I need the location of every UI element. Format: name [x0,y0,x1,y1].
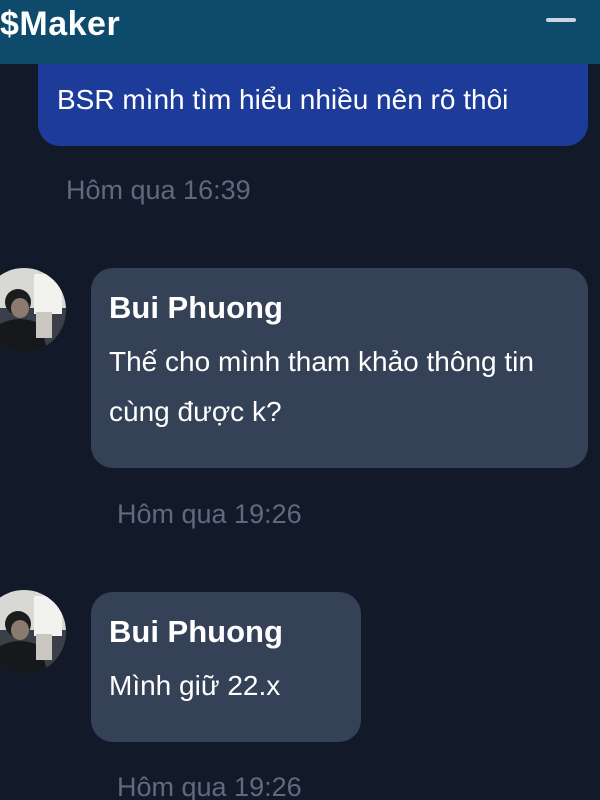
chat-title: $Maker [0,5,121,43]
message-text: Mình giữ 22.x [109,670,281,701]
chat-titlebar[interactable]: $Maker [0,0,600,64]
message-list[interactable]: BSR mình tìm hiểu nhiều nên rõ thôi Hôm … [0,64,600,800]
outgoing-message-bubble[interactable]: BSR mình tìm hiểu nhiều nên rõ thôi [38,64,588,146]
message-text: Thế cho mình tham khảo thông tin cùng đư… [109,346,534,427]
sender-name: Bui Phuong [109,290,283,325]
message-timestamp: Hôm qua 16:39 [66,175,251,205]
message-timestamp: Hôm qua 19:26 [117,772,302,800]
user-avatar[interactable] [0,268,66,352]
minimize-icon[interactable] [546,17,578,37]
message-text: BSR mình tìm hiểu nhiều nên rõ thôi [57,84,509,115]
sender-name: Bui Phuong [109,614,283,649]
incoming-message-bubble[interactable]: Bui Phuong Mình giữ 22.x [91,592,361,742]
incoming-message-bubble[interactable]: Bui Phuong Thế cho mình tham khảo thông … [91,268,588,468]
user-avatar[interactable] [0,590,66,674]
chat-window: $Maker BSR mình tìm hiểu nhiều nên rõ th… [0,0,600,800]
message-timestamp: Hôm qua 19:26 [117,499,302,529]
